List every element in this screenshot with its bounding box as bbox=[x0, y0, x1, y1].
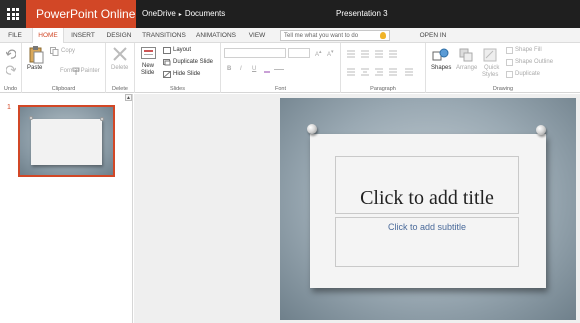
shape-fill-button[interactable]: Shape Fill bbox=[515, 47, 542, 53]
lightbulb-icon bbox=[380, 32, 386, 39]
slides-group-label: Slides bbox=[170, 86, 185, 92]
subtitle-placeholder[interactable]: Click to add subtitle bbox=[335, 217, 519, 267]
pushpin-icon bbox=[307, 124, 317, 134]
hide-slide-icon bbox=[163, 71, 171, 78]
new-slide-icon bbox=[141, 47, 156, 59]
font-size-select[interactable] bbox=[288, 48, 310, 58]
shapes-icon bbox=[432, 48, 449, 61]
tab-transitions[interactable]: TRANSITIONS bbox=[139, 28, 189, 43]
clipboard-group: Paste Copy Format Painter Clipboard bbox=[22, 43, 106, 93]
thumbnail-pin-icon bbox=[29, 116, 33, 120]
shape-outline-button[interactable]: Shape Outline bbox=[515, 59, 553, 65]
duplicate-slide-button[interactable]: Duplicate Slide bbox=[173, 59, 213, 65]
tell-me-placeholder: Tell me what you want to do bbox=[284, 33, 359, 39]
paste-icon[interactable] bbox=[28, 46, 44, 64]
paragraph-group-label: Paragraph bbox=[370, 86, 396, 92]
redo-icon[interactable] bbox=[6, 65, 16, 75]
font-color-icon[interactable] bbox=[264, 66, 270, 73]
duplicate-slide-icon bbox=[163, 59, 171, 66]
quick-styles-label-1[interactable]: Quick bbox=[484, 65, 499, 71]
pushpin-icon bbox=[536, 125, 546, 135]
shrink-font-icon[interactable]: A▾ bbox=[327, 49, 334, 58]
hide-slide-button[interactable]: Hide Slide bbox=[173, 71, 200, 77]
tab-file[interactable]: FILE bbox=[4, 28, 26, 43]
layout-button[interactable]: Layout bbox=[173, 47, 191, 53]
tab-design[interactable]: DESIGN bbox=[102, 28, 136, 43]
tell-me-box[interactable]: Tell me what you want to do bbox=[280, 30, 390, 41]
app-name[interactable]: PowerPoint Online bbox=[26, 0, 136, 28]
current-slide[interactable]: Click to add title Click to add subtitle bbox=[280, 98, 576, 320]
arrange-icon bbox=[459, 48, 473, 62]
shape-outline-icon bbox=[506, 59, 513, 66]
paste-button[interactable]: Paste bbox=[27, 65, 42, 71]
breadcrumb-onedrive[interactable]: OneDrive bbox=[142, 9, 176, 18]
open-in-powerpoint-button[interactable]: OPEN IN POWERPOINT bbox=[398, 28, 468, 54]
quick-styles-label-2[interactable]: Styles bbox=[482, 72, 498, 78]
shape-fill-icon bbox=[506, 47, 513, 54]
copy-icon bbox=[50, 47, 59, 56]
copy-button[interactable]: Copy bbox=[61, 48, 75, 54]
slides-group: New Slide Layout Duplicate Slide Hide Sl… bbox=[135, 43, 221, 93]
tab-insert[interactable]: INSERT bbox=[66, 28, 100, 43]
drawing-group: Shapes Arrange Quick Styles Shape Fill S… bbox=[426, 43, 580, 93]
breadcrumb-separator-icon: ▸ bbox=[178, 12, 182, 18]
waffle-icon bbox=[7, 8, 19, 20]
underline-button[interactable]: U bbox=[252, 66, 256, 72]
delete-button[interactable]: Delete bbox=[111, 65, 128, 71]
breadcrumb: OneDrive ▸ Documents bbox=[142, 0, 225, 29]
layout-icon bbox=[163, 47, 171, 54]
breadcrumb-documents[interactable]: Documents bbox=[185, 9, 225, 18]
italic-button[interactable]: I bbox=[240, 66, 242, 72]
clipboard-group-label: Clipboard bbox=[51, 86, 76, 92]
delete-group-label: Delete bbox=[112, 86, 128, 92]
new-slide-label-1[interactable]: New bbox=[142, 63, 154, 69]
ribbon-tab-bar: FILE HOME INSERT DESIGN TRANSITIONS ANIM… bbox=[0, 28, 580, 54]
font-group-label: Font bbox=[274, 86, 286, 92]
thumbnail-card bbox=[31, 119, 102, 165]
subtitle-placeholder-text: Click to add subtitle bbox=[387, 222, 467, 232]
font-name-select[interactable] bbox=[224, 48, 286, 58]
duplicate-shape-button[interactable]: Duplicate bbox=[515, 71, 540, 77]
document-title[interactable]: Presentation 3 bbox=[336, 0, 388, 28]
drawing-group-label: Drawing bbox=[492, 86, 514, 92]
bold-button[interactable]: B bbox=[227, 66, 231, 72]
undo-icon[interactable] bbox=[6, 49, 16, 59]
paragraph-controls-icon[interactable] bbox=[347, 49, 423, 77]
tab-animations[interactable]: ANIMATIONS bbox=[192, 28, 240, 43]
new-slide-label-2[interactable]: Slide bbox=[141, 70, 154, 76]
font-group: A▴ A▾ B I U Font bbox=[221, 43, 341, 93]
delete-group: Delete Delete bbox=[106, 43, 135, 93]
shapes-button[interactable]: Shapes bbox=[431, 65, 451, 71]
tab-home[interactable]: HOME bbox=[32, 28, 64, 44]
delete-x-icon bbox=[113, 47, 127, 61]
format-painter-button[interactable]: Format Painter bbox=[60, 68, 100, 74]
ribbon: Undo Paste Copy Format Painter Clipboard… bbox=[0, 43, 580, 93]
title-placeholder-text: Click to add title bbox=[360, 187, 494, 209]
title-bar: PowerPoint Online OneDrive ▸ Documents Pre… bbox=[0, 0, 580, 28]
scroll-up-arrow-icon[interactable]: ▲ bbox=[125, 94, 132, 101]
tab-view[interactable]: VIEW bbox=[245, 28, 269, 43]
slide-thumbnail[interactable] bbox=[18, 105, 115, 177]
quick-styles-icon bbox=[483, 48, 497, 62]
undo-group: Undo bbox=[0, 43, 22, 93]
app-launcher-button[interactable] bbox=[0, 0, 26, 28]
slide-number: 1 bbox=[7, 104, 11, 111]
arrange-button[interactable]: Arrange bbox=[456, 65, 477, 71]
paragraph-group: Paragraph bbox=[341, 43, 426, 93]
thumbnail-pin-icon bbox=[100, 117, 104, 121]
title-placeholder[interactable]: Click to add title bbox=[335, 156, 519, 214]
duplicate-shape-icon bbox=[506, 71, 513, 78]
grow-font-icon[interactable]: A▴ bbox=[315, 49, 322, 58]
undo-group-label: Undo bbox=[3, 86, 18, 92]
strikethrough-icon[interactable] bbox=[274, 69, 284, 70]
